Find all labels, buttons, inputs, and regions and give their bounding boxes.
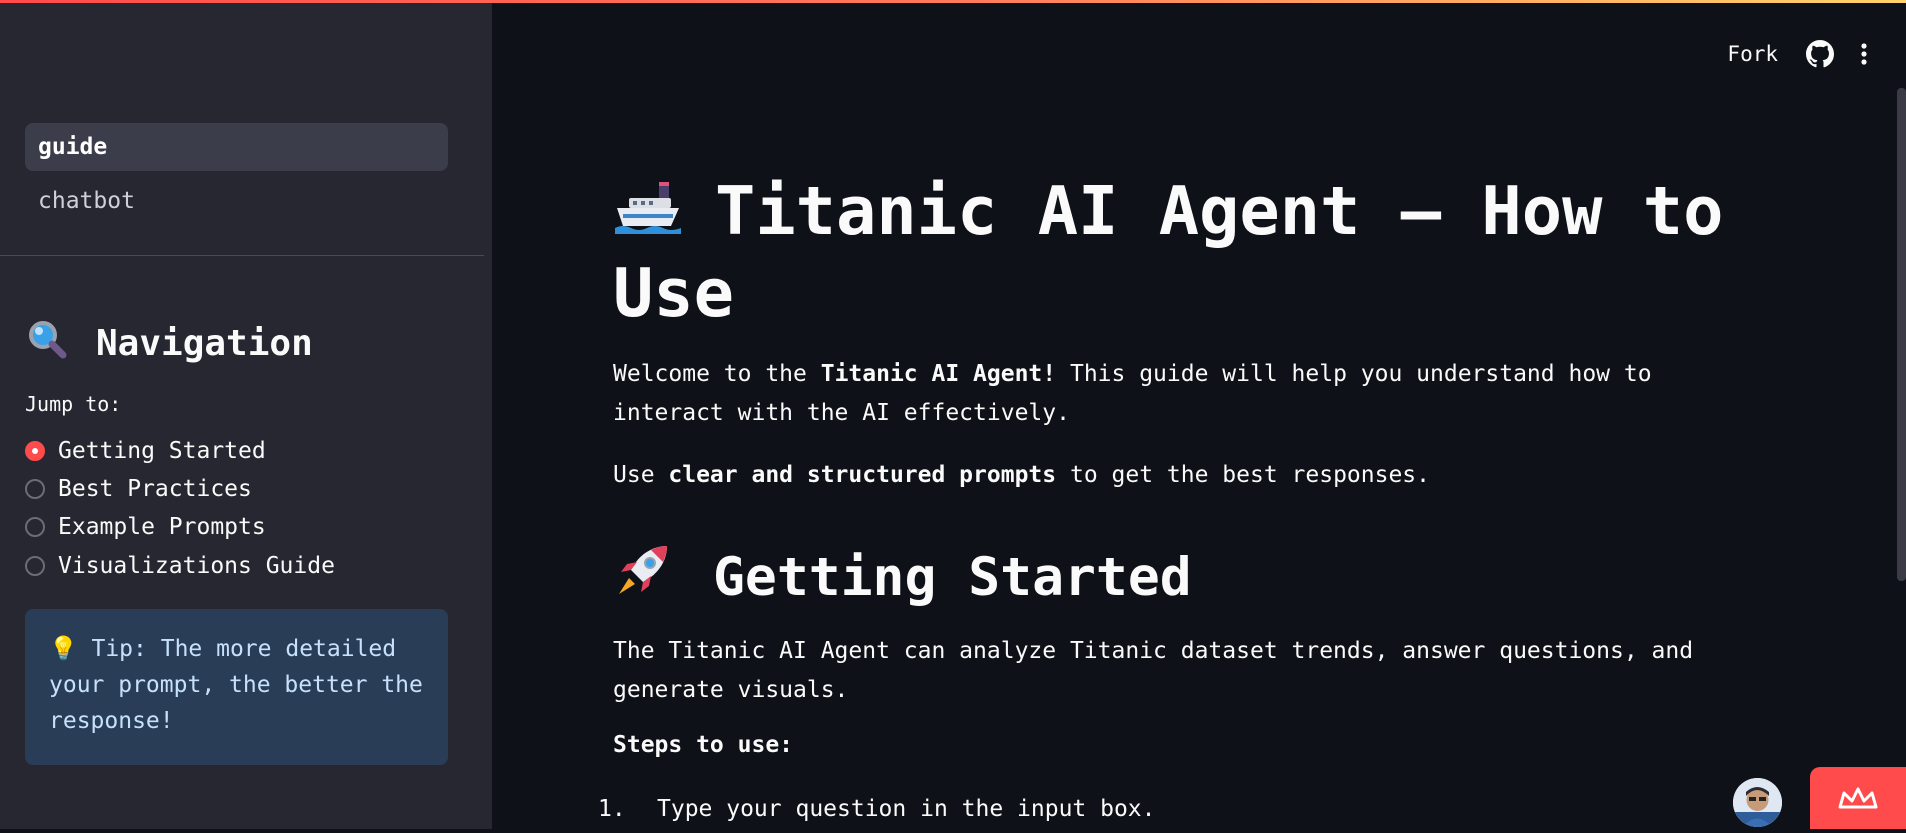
navigation-heading-text: Navigation [96,322,313,364]
sidebar-divider [0,255,484,256]
radio-label: Visualizations Guide [58,553,335,579]
section-heading: Getting Started [613,544,1192,610]
radio-button-checked[interactable] [25,441,45,461]
radio-best-practices[interactable]: Best Practices [25,474,252,504]
kebab-menu-icon[interactable] [1860,42,1868,66]
radio-button[interactable] [25,517,45,537]
crown-icon [1838,787,1878,809]
fork-button[interactable]: Fork [1727,42,1778,66]
sidebar-page-chatbot[interactable]: chatbot [25,177,448,225]
radio-label: Getting Started [58,438,266,464]
radio-label: Example Prompts [58,514,266,540]
magnifier-icon [26,318,72,369]
intro-paragraph: Welcome to the Titanic AI Agent! This gu… [613,355,1763,433]
prompt-tip-bold: clear and structured prompts [668,462,1057,488]
intro-bold: Titanic AI Agent! [820,361,1057,387]
page-title: Titanic AI Agent – How to Use [613,172,1773,332]
avatar[interactable] [1733,778,1782,827]
prompt-tip-text: Use [613,462,669,488]
header-actions: Fork [1727,38,1868,70]
list-item-text: Type your question in the input box. [657,796,1156,822]
tip-text: 💡 Tip: The more detailed your prompt, th… [49,636,423,734]
list-item: 1. Type your question in the input box. [598,796,1156,822]
tip-info-box: 💡 Tip: The more detailed your prompt, th… [25,609,448,765]
radio-getting-started[interactable]: Getting Started [25,436,266,466]
intro-text: Welcome to the [613,361,821,387]
top-decoration-bar [0,0,1906,3]
steps-label: Steps to use: [613,732,794,758]
streamlit-badge[interactable] [1810,767,1906,829]
radio-button[interactable] [25,556,45,576]
github-icon[interactable] [1806,40,1834,68]
radio-visualizations-guide[interactable]: Visualizations Guide [25,551,335,581]
navigation-heading: Navigation [26,318,313,368]
radio-button[interactable] [25,479,45,499]
prompt-tip-paragraph: Use clear and structured prompts to get … [613,456,1763,495]
section-description: The Titanic AI Agent can analyze Titanic… [613,638,1694,703]
jump-to-label: Jump to: [25,392,122,416]
ship-icon [613,176,685,254]
sidebar: guide chatbot Navigation Jump to: Gettin… [0,0,492,829]
radio-example-prompts[interactable]: Example Prompts [25,512,266,542]
radio-label: Best Practices [58,476,252,502]
list-item-number: 1. [598,796,626,822]
scrollbar[interactable] [1897,88,1906,581]
sidebar-page-guide[interactable]: guide [25,123,448,171]
prompt-tip-text-rest: to get the best responses. [1056,462,1430,488]
page-title-text: Titanic AI Agent – How to Use [613,172,1724,332]
rocket-icon [613,542,673,613]
section-heading-text: Getting Started [713,546,1192,608]
